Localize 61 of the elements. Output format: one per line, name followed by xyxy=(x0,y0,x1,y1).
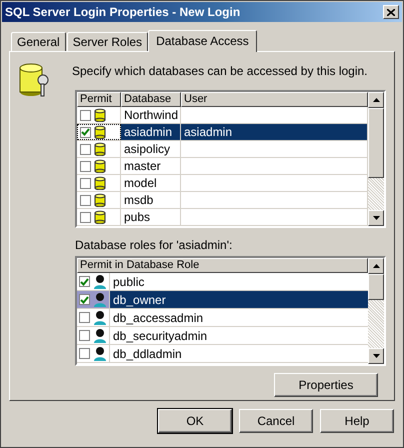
database-name[interactable]: pubs xyxy=(121,209,181,225)
user-name[interactable]: asiadmin xyxy=(181,124,368,140)
instruction-text: Specify which databases can be accessed by this login. xyxy=(72,64,368,78)
checkbox[interactable] xyxy=(80,212,91,222)
database-icon xyxy=(94,108,106,122)
dialog-button[interactable]: OK xyxy=(158,409,232,433)
roles-label: Database roles for 'asiadmin': xyxy=(75,238,234,252)
checkbox[interactable] xyxy=(79,312,90,323)
down-arrow-icon xyxy=(372,354,380,358)
role-name[interactable]: db_ddladmin xyxy=(110,345,368,362)
database-icon xyxy=(94,210,106,224)
checkbox[interactable] xyxy=(80,126,91,138)
database-name[interactable]: model xyxy=(121,175,181,191)
column-header[interactable]: Permit in Database Role xyxy=(77,258,368,273)
up-arrow-icon xyxy=(372,98,380,102)
database-icon xyxy=(94,176,106,190)
scrollbar[interactable] xyxy=(368,92,384,226)
person-icon xyxy=(93,274,107,289)
close-icon xyxy=(387,8,395,16)
properties-button[interactable]: Properties xyxy=(274,373,378,397)
scrollbar-thumb[interactable] xyxy=(368,108,384,178)
close-button[interactable] xyxy=(383,5,399,19)
checkbox[interactable] xyxy=(79,348,90,359)
person-icon xyxy=(93,310,107,325)
dialog-button[interactable]: Help xyxy=(320,409,394,433)
person-icon xyxy=(93,292,107,307)
scrollbar-thumb[interactable] xyxy=(368,274,384,300)
role-name[interactable]: db_owner xyxy=(110,291,368,308)
column-header[interactable]: User xyxy=(181,92,368,107)
database-icon xyxy=(94,142,106,156)
checkbox[interactable] xyxy=(80,194,91,206)
checkbox[interactable] xyxy=(79,276,90,287)
scrollbar[interactable] xyxy=(368,258,384,364)
checkbox[interactable] xyxy=(80,160,91,172)
tab[interactable]: Database Access xyxy=(148,30,257,52)
person-icon xyxy=(93,346,107,361)
column-header[interactable]: Permit xyxy=(77,92,121,107)
database-icon xyxy=(94,193,106,207)
tab[interactable]: Server Roles xyxy=(66,32,148,51)
role-name[interactable]: db_accessadmin xyxy=(110,309,368,326)
database-name[interactable]: Northwind xyxy=(121,107,181,123)
database-name[interactable]: asiadmin xyxy=(121,124,181,140)
checkbox[interactable] xyxy=(79,294,90,305)
role-name[interactable]: db_securityadmin xyxy=(110,327,368,344)
down-arrow-icon xyxy=(372,216,380,220)
database-name[interactable]: msdb xyxy=(121,192,181,208)
checkbox[interactable] xyxy=(80,178,91,188)
checkbox[interactable] xyxy=(80,144,91,154)
column-header[interactable]: Database xyxy=(121,92,181,107)
database-name[interactable]: asipolicy xyxy=(121,141,181,157)
database-icon xyxy=(94,125,106,139)
database-icon xyxy=(94,159,106,173)
window-title: SQL Server Login Properties - New Login xyxy=(5,5,240,19)
role-name[interactable]: public xyxy=(110,273,368,290)
person-icon xyxy=(93,328,107,343)
database-name[interactable]: master xyxy=(121,158,181,174)
dialog-button[interactable]: Cancel xyxy=(239,409,313,433)
up-arrow-icon xyxy=(372,264,380,268)
checkbox[interactable] xyxy=(79,330,90,341)
checkbox[interactable] xyxy=(80,110,91,120)
tab[interactable]: General xyxy=(11,32,66,51)
